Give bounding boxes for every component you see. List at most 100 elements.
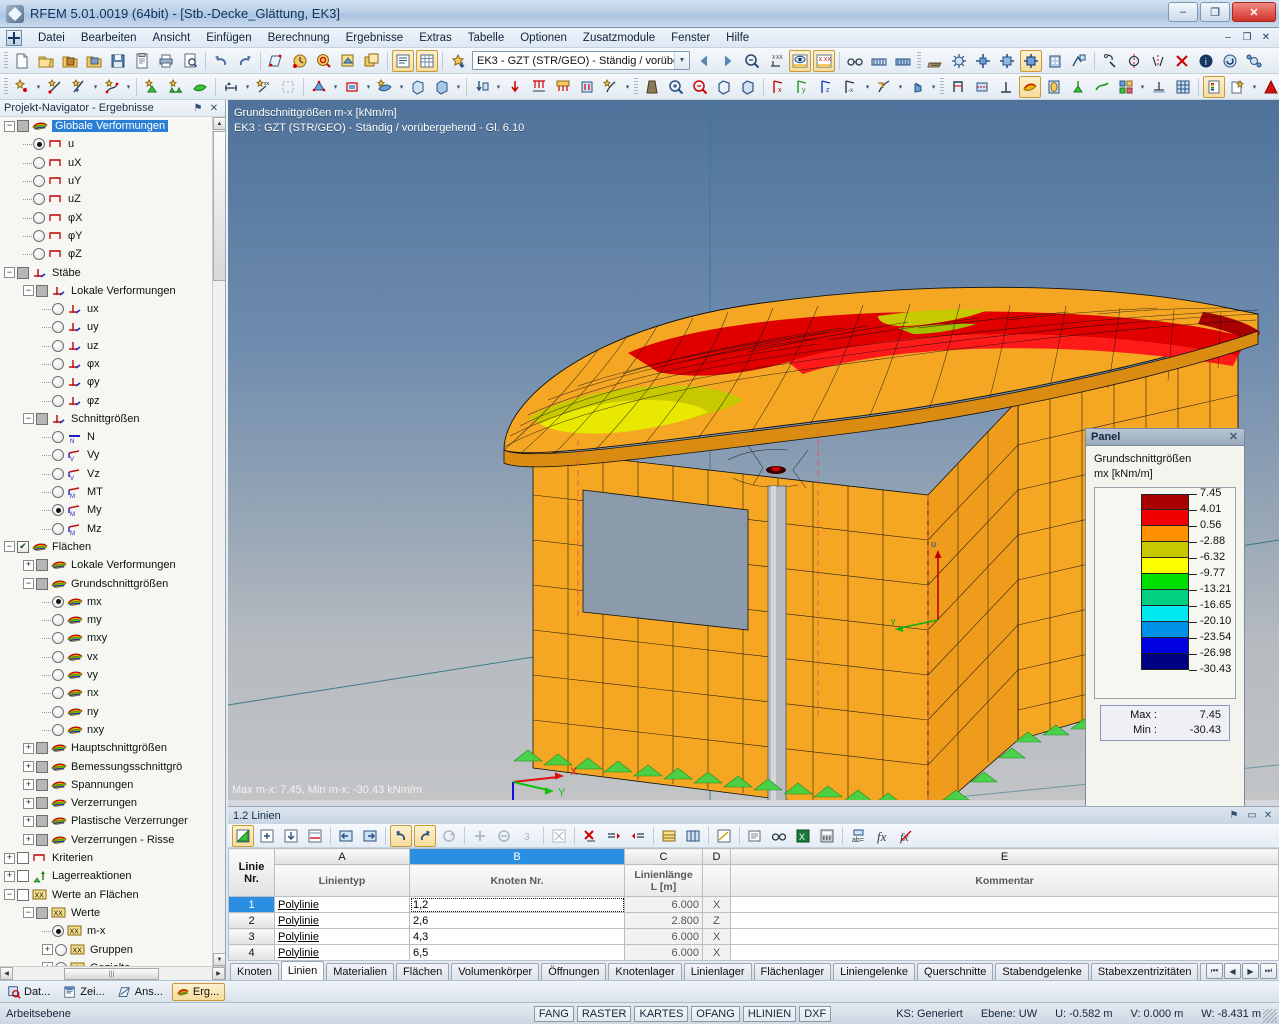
toolbar-grip[interactable] xyxy=(4,77,8,96)
open-file-icon[interactable] xyxy=(35,50,57,72)
save-icon[interactable] xyxy=(107,50,129,72)
close-icon[interactable]: ✕ xyxy=(1261,808,1275,822)
result-colors-icon[interactable] xyxy=(1019,75,1041,98)
grid-toggle-icon[interactable] xyxy=(277,76,299,98)
menu-bearbeiten[interactable]: Bearbeiten xyxy=(73,30,145,46)
cell-linientyp[interactable]: Polylinie xyxy=(274,944,410,960)
tree-item-x[interactable]: φX xyxy=(0,208,225,227)
table-tab-volumenk-rper[interactable]: Volumenkörper xyxy=(451,963,540,980)
select-objects-icon[interactable] xyxy=(1099,50,1121,72)
navigator-vertical-scrollbar[interactable]: ▲ ▼ xyxy=(212,117,225,966)
imperfection-icon[interactable] xyxy=(600,76,622,98)
table-row[interactable]: 3 Polylinie 4,3 6.000 X xyxy=(228,928,1279,945)
chevron-down-icon[interactable]: ▾ xyxy=(34,76,43,98)
tree-item-uy[interactable]: uY xyxy=(0,172,225,191)
row-number-cell[interactable]: 2 xyxy=(228,912,275,929)
axis-display-icon[interactable] xyxy=(1148,76,1170,98)
radio-button[interactable] xyxy=(52,687,67,700)
mdi-minimize-button[interactable]: – xyxy=(1219,29,1237,45)
menu-ergebnisse[interactable]: Ergebnisse xyxy=(338,30,412,46)
checkbox[interactable] xyxy=(36,742,51,755)
row-number-cell[interactable]: 1 xyxy=(228,896,275,913)
symmetry-icon[interactable] xyxy=(1147,50,1169,72)
cell-kommentar[interactable] xyxy=(730,896,1279,913)
checkbox[interactable] xyxy=(36,906,51,919)
view-y-icon[interactable]: y xyxy=(792,76,814,98)
print-preview-icon[interactable] xyxy=(179,50,201,72)
load-case-new-icon[interactable] xyxy=(471,76,493,98)
printout-icon[interactable] xyxy=(1227,76,1249,98)
expander-toggle[interactable]: + xyxy=(4,852,17,864)
new-file-icon[interactable] xyxy=(11,50,33,72)
tree-item-lagerreaktionen[interactable]: + Lagerreaktionen xyxy=(0,867,225,885)
panel-close-icon[interactable]: ✕ xyxy=(1227,430,1240,443)
table-tab-liniengelenke[interactable]: Liniengelenke xyxy=(833,963,916,980)
menu-hilfe[interactable]: Hilfe xyxy=(718,30,757,46)
select-polygon-icon[interactable] xyxy=(308,76,330,98)
scroll-thumb[interactable] xyxy=(213,131,225,281)
row-number-cell[interactable]: 3 xyxy=(228,928,275,945)
cell-d[interactable]: X xyxy=(702,896,731,913)
tree-item-vz[interactable]: V Vz xyxy=(0,464,225,483)
radio-button[interactable] xyxy=(52,449,67,462)
tree-item-z[interactable]: φz xyxy=(0,391,225,410)
fem-mesh-settings-icon[interactable] xyxy=(948,50,970,72)
dock-tab-ansicht[interactable]: Ans... xyxy=(114,983,169,1001)
cell-knoten[interactable]: 2,6 xyxy=(409,912,625,929)
undo-icon[interactable] xyxy=(210,50,232,72)
table-view-icon[interactable] xyxy=(392,49,414,72)
scroll-left-button[interactable]: ◀ xyxy=(0,967,13,980)
checkbox[interactable] xyxy=(17,852,32,865)
tree-item-u[interactable]: u xyxy=(0,135,225,154)
mdi-restore-button[interactable]: ❐ xyxy=(1238,29,1256,45)
table-row[interactable]: 1 Polylinie 1,2 6.000 X xyxy=(228,896,1279,913)
tree-item-spannungen[interactable]: + Spannungen xyxy=(0,776,225,794)
new-comment-icon[interactable]: xx xyxy=(253,76,275,98)
new-surface-icon[interactable] xyxy=(189,76,211,98)
restore-icon[interactable]: ▭ xyxy=(1245,808,1259,822)
zoom-window-icon[interactable] xyxy=(737,76,759,98)
close-icon[interactable]: ✕ xyxy=(207,101,221,115)
scroll-up-button[interactable]: ▲ xyxy=(213,117,225,130)
expander-toggle[interactable]: + xyxy=(4,870,17,882)
radio-button[interactable] xyxy=(52,486,67,499)
redo-icon[interactable] xyxy=(234,50,256,72)
radio-button[interactable] xyxy=(33,138,48,151)
menu-datei[interactable]: Datei xyxy=(30,30,73,46)
radio-button[interactable] xyxy=(52,339,67,352)
mdi-close-button[interactable]: ✕ xyxy=(1257,29,1275,45)
checkbox[interactable] xyxy=(36,559,51,572)
tree-item-hauptschnittgr-en[interactable]: + Hauptschnittgrößen xyxy=(0,739,225,757)
tree-item-bemessungsschnittgr[interactable]: + Bemessungsschnittgrö xyxy=(0,757,225,775)
radio-button[interactable] xyxy=(52,522,67,535)
recalculate-icon[interactable] xyxy=(1020,49,1042,72)
new-line-support-icon[interactable] xyxy=(165,76,187,98)
result-isolines-icon[interactable] xyxy=(1043,76,1065,98)
status-toggle-ofang[interactable]: OFANG xyxy=(691,1005,740,1022)
pan-view-icon[interactable] xyxy=(906,76,928,98)
checkbox[interactable] xyxy=(36,833,51,846)
chevron-down-icon[interactable]: ▾ xyxy=(863,76,872,98)
table-tab-fl-chen[interactable]: Flächen xyxy=(396,963,450,980)
table-redo-icon[interactable] xyxy=(414,824,436,847)
radio-button[interactable] xyxy=(52,394,67,407)
cell-d[interactable]: X xyxy=(702,944,731,960)
checkbox[interactable] xyxy=(36,760,51,773)
menu-einfuegen[interactable]: Einfügen xyxy=(198,30,259,46)
tree-item-plastische-verzerrunger[interactable]: + Plastische Verzerrunger xyxy=(0,812,225,830)
tree-item-y[interactable]: φY xyxy=(0,226,225,245)
tree-item-verzerrungen-risse[interactable]: + Verzerrungen - Risse xyxy=(0,831,225,849)
move-row-down-icon[interactable] xyxy=(280,825,302,847)
calculate-all-icon[interactable] xyxy=(996,50,1018,72)
solid-icon[interactable] xyxy=(407,76,429,98)
navigator-horizontal-scrollbar[interactable]: ◀ ||| ▶ xyxy=(0,966,225,980)
status-toggle-dxf[interactable]: DXF xyxy=(799,1005,832,1022)
radio-button[interactable] xyxy=(52,614,67,627)
next-table-icon[interactable] xyxy=(359,825,381,847)
table-tab-strip[interactable]: Knoten Linien Materialien Flächen Volumenkör… xyxy=(228,960,1279,980)
expander-toggle[interactable]: + xyxy=(23,834,36,846)
tree-item-vy[interactable]: V Vy xyxy=(0,446,225,465)
table-view-cols-icon[interactable] xyxy=(682,825,704,847)
expander-toggle[interactable]: − xyxy=(4,889,17,901)
cell-linientyp[interactable]: Polylinie xyxy=(274,896,410,913)
